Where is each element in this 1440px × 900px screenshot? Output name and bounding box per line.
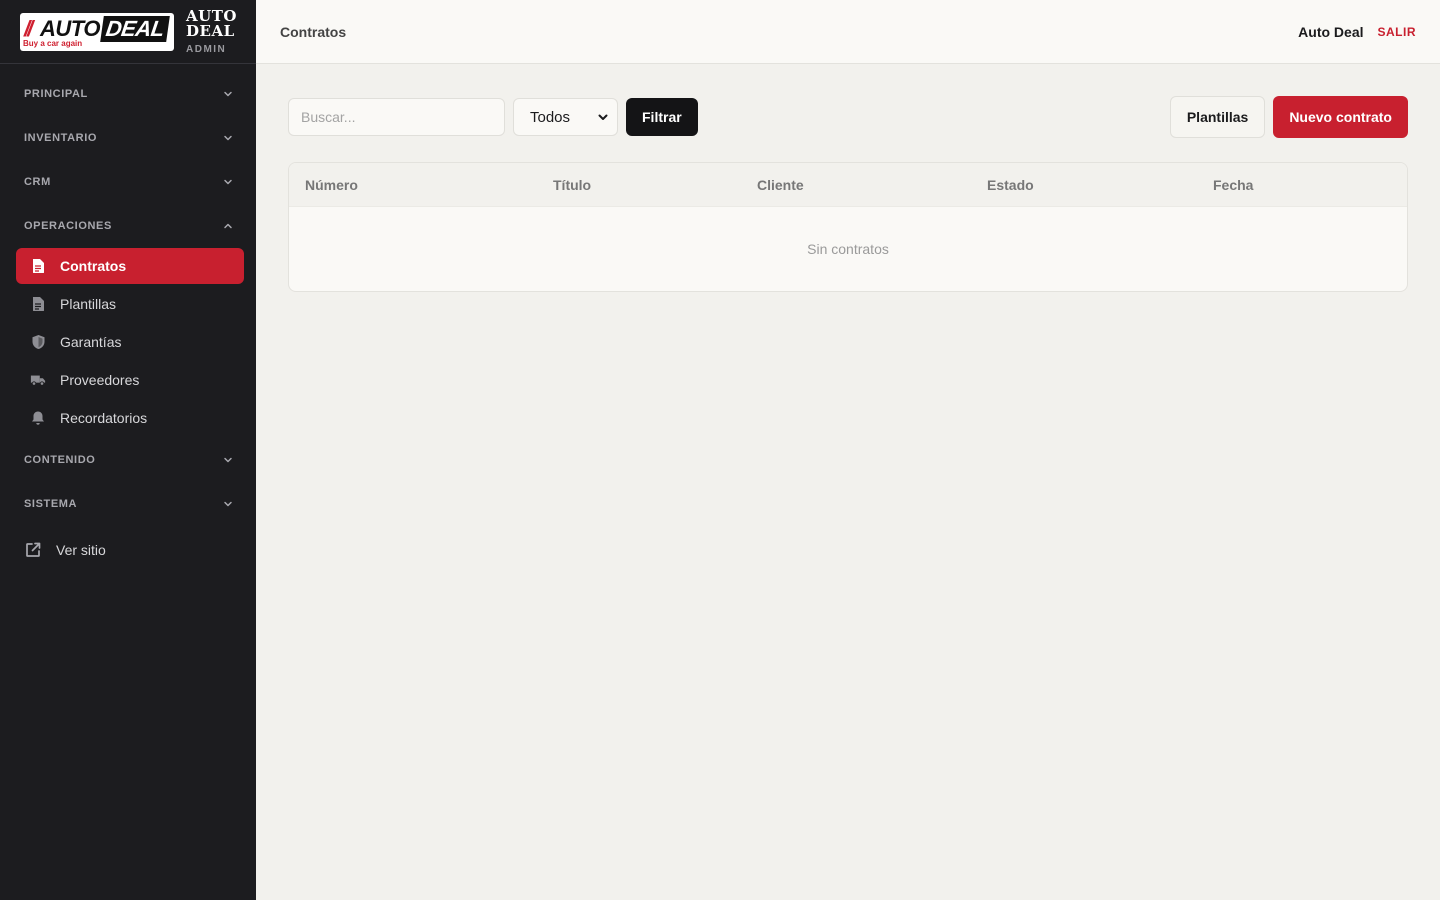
column-header-numero[interactable]: Número: [305, 163, 358, 207]
toolbar: Todos Filtrar Plantillas Nuevo contrato: [288, 96, 1408, 138]
chevron-down-icon: [224, 91, 232, 97]
section-label: OPERACIONES: [24, 220, 112, 232]
page-title: Contratos: [280, 23, 347, 40]
section-inventario[interactable]: INVENTARIO: [0, 116, 256, 160]
user-name: Auto Deal: [1298, 23, 1364, 40]
empty-state-message: Sin contratos: [807, 241, 889, 257]
brand: // AUTO DEAL Buy a car again AUTO DEAL A…: [0, 0, 256, 64]
bell-icon: [30, 410, 46, 426]
logout-link[interactable]: SALIR: [1378, 25, 1417, 39]
status-filter-value: Todos: [530, 108, 571, 126]
sidebar-item-garantias[interactable]: Garantías: [16, 324, 244, 360]
section-principal[interactable]: PRINCIPAL: [0, 72, 256, 116]
sidebar-item-label: Plantillas: [60, 296, 117, 312]
brand-admin-label: ADMIN: [186, 43, 227, 55]
filter-button[interactable]: Filtrar: [626, 98, 698, 136]
external-link-icon: [26, 542, 41, 557]
logo-deal: DEAL: [100, 15, 170, 42]
section-label: CONTENIDO: [24, 454, 96, 466]
sidebar-item-plantillas[interactable]: Plantillas: [16, 286, 244, 322]
sidebar-item-label: Proveedores: [60, 372, 140, 388]
sidebar-item-contratos[interactable]: Contratos: [16, 248, 244, 284]
new-contract-button[interactable]: Nuevo contrato: [1273, 96, 1408, 138]
operaciones-submenu: Contratos Plantillas Garantías Proveedor…: [0, 248, 256, 436]
section-label: SISTEMA: [24, 498, 78, 510]
section-label: PRINCIPAL: [24, 88, 88, 100]
section-label: CRM: [24, 176, 51, 188]
section-sistema[interactable]: SISTEMA: [0, 482, 256, 526]
file-icon: [30, 296, 46, 312]
filters: Todos Filtrar: [288, 98, 698, 136]
column-header-titulo[interactable]: Título: [553, 163, 591, 207]
chevron-down-icon: [224, 457, 232, 463]
chevron-up-icon: [224, 223, 232, 229]
document-icon: [30, 258, 46, 274]
chevron-down-icon: [598, 114, 608, 120]
logo-tagline: Buy a car again: [23, 38, 83, 48]
view-site-link[interactable]: Ver sitio: [0, 528, 256, 572]
section-label: INVENTARIO: [24, 132, 98, 144]
sidebar-item-proveedores[interactable]: Proveedores: [16, 362, 244, 398]
topbar: Contratos Auto Deal SALIR: [256, 0, 1440, 64]
truck-icon: [30, 372, 46, 388]
user-area: Auto Deal SALIR: [1298, 24, 1416, 40]
section-operaciones[interactable]: OPERACIONES: [0, 204, 256, 248]
sidebar: // AUTO DEAL Buy a car again AUTO DEAL A…: [0, 0, 256, 900]
autodeal-logo[interactable]: // AUTO DEAL Buy a car again: [20, 12, 174, 51]
sidebar-item-recordatorios[interactable]: Recordatorios: [16, 400, 244, 436]
contracts-table: Número Título Cliente Estado Fecha Sin c…: [288, 162, 1408, 292]
sidebar-nav: PRINCIPAL INVENTARIO CRM OPERACIONES Con…: [0, 64, 256, 572]
main-content: Todos Filtrar Plantillas Nuevo contrato …: [288, 96, 1408, 292]
sidebar-item-label: Garantías: [60, 334, 122, 350]
actions: Plantillas Nuevo contrato: [1169, 96, 1408, 138]
column-header-estado[interactable]: Estado: [987, 163, 1034, 207]
column-header-cliente[interactable]: Cliente: [757, 163, 804, 207]
section-crm[interactable]: CRM: [0, 160, 256, 204]
table-header: Número Título Cliente Estado Fecha: [289, 163, 1407, 207]
section-contenido[interactable]: CONTENIDO: [0, 438, 256, 482]
sidebar-item-label: Recordatorios: [60, 410, 148, 426]
shield-icon: [30, 334, 46, 350]
chevron-down-icon: [224, 179, 232, 185]
chevron-down-icon: [224, 135, 232, 141]
view-site-label: Ver sitio: [56, 542, 106, 558]
chevron-down-icon: [224, 501, 232, 507]
sidebar-item-label: Contratos: [60, 258, 127, 274]
brand-text: AUTO DEAL ADMIN: [186, 8, 237, 55]
column-header-fecha[interactable]: Fecha: [1213, 163, 1253, 207]
search-input[interactable]: [288, 98, 505, 136]
templates-button[interactable]: Plantillas: [1169, 96, 1266, 138]
brand-name-line2: DEAL: [186, 21, 235, 40]
status-filter-select[interactable]: Todos: [513, 98, 618, 136]
